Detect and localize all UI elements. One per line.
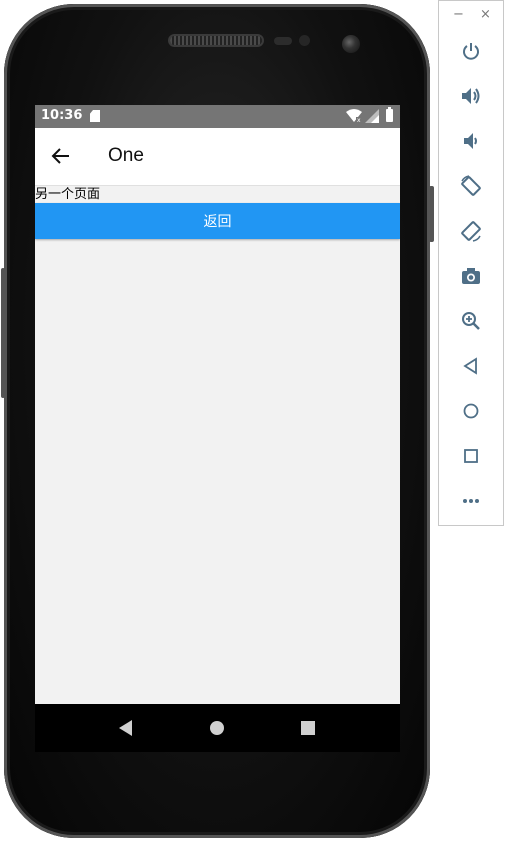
status-bar: 10:36 x	[35, 105, 400, 128]
recent-square-icon[interactable]	[301, 721, 315, 735]
back-triangle-icon[interactable]	[118, 720, 134, 736]
volume-up-icon[interactable]	[459, 84, 483, 108]
signal-icon	[365, 109, 379, 123]
close-button[interactable]: ×	[480, 7, 491, 22]
phone-side-button-left	[1, 268, 5, 398]
phone-screen: 10:36 x One 另一个页面 返回	[35, 105, 400, 704]
app-bar: One	[35, 128, 400, 186]
volume-down-icon[interactable]	[459, 129, 483, 153]
wifi-icon: x	[346, 109, 362, 123]
home-icon[interactable]	[459, 399, 483, 423]
sd-card-icon	[90, 110, 100, 122]
home-circle-icon[interactable]	[210, 721, 224, 735]
back-icon[interactable]	[459, 354, 483, 378]
phone-side-button-right	[429, 186, 434, 242]
page-text: 另一个页面	[35, 187, 101, 202]
emulator-toolbar: − ×	[438, 0, 504, 526]
earpiece-speaker	[170, 36, 262, 45]
page-content: 另一个页面 返回	[35, 186, 400, 239]
return-button[interactable]: 返回	[35, 203, 400, 239]
light-sensor	[299, 35, 310, 46]
svg-text:x: x	[357, 117, 361, 123]
power-icon[interactable]	[459, 39, 483, 63]
battery-icon	[386, 107, 393, 122]
front-camera	[342, 35, 360, 53]
status-time: 10:36	[41, 108, 83, 123]
rotate-left-icon[interactable]	[459, 174, 483, 198]
zoom-icon[interactable]	[459, 309, 483, 333]
page-title: One	[108, 145, 144, 166]
screenshot-icon[interactable]	[459, 264, 483, 288]
more-icon[interactable]	[459, 489, 483, 513]
overview-icon[interactable]	[459, 444, 483, 468]
proximity-sensor	[274, 37, 292, 45]
minimize-button[interactable]: −	[453, 7, 464, 22]
navigation-bar	[35, 704, 400, 752]
rotate-right-icon[interactable]	[459, 219, 483, 243]
arrow-back-icon[interactable]	[51, 146, 71, 166]
